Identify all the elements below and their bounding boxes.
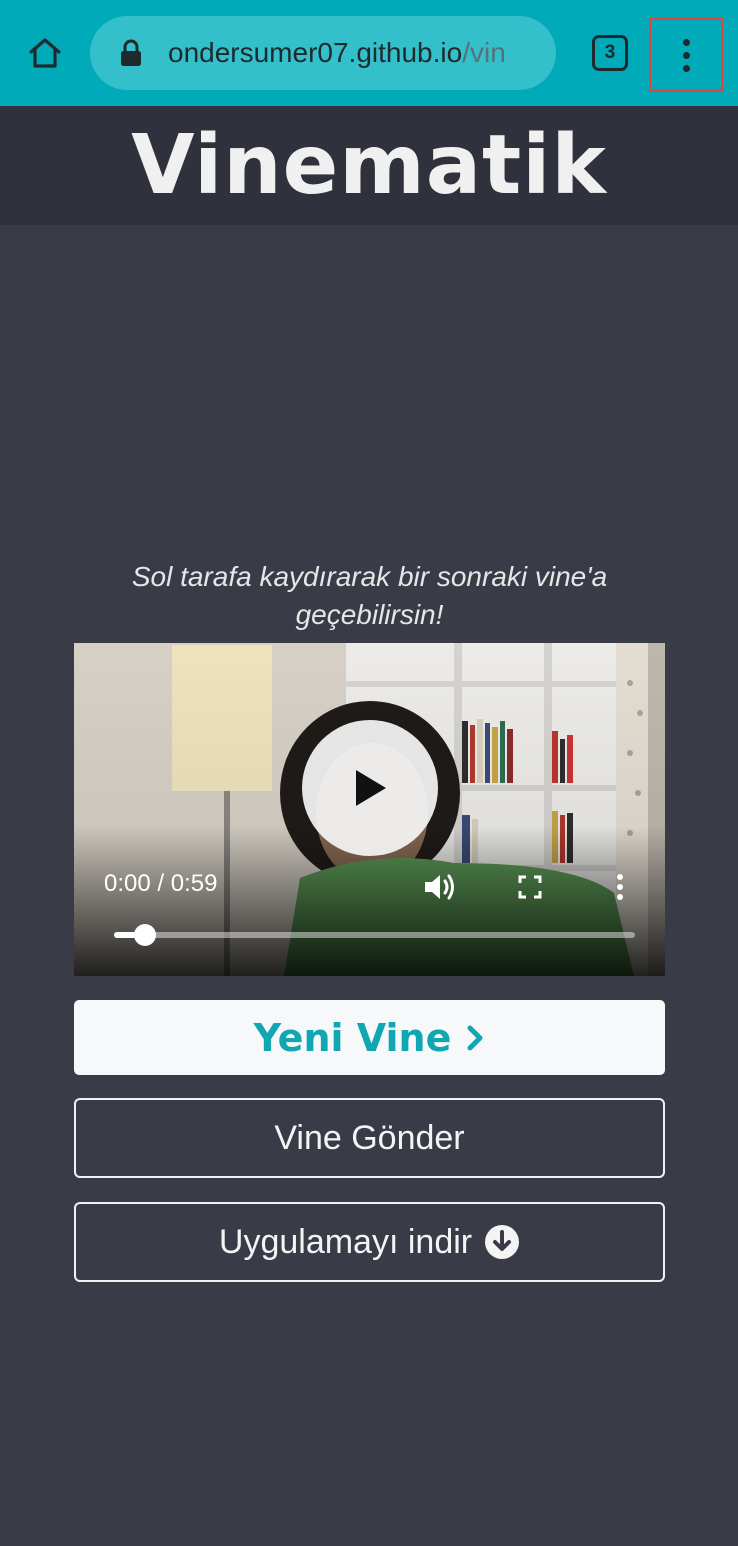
url-host: ondersumer07.github.io — [168, 37, 463, 68]
play-icon — [356, 770, 386, 806]
site-header: Vinematik — [0, 106, 738, 225]
home-button[interactable] — [20, 28, 70, 78]
new-vine-label: Yeni Vine — [253, 1015, 452, 1060]
fullscreen-icon[interactable] — [518, 875, 542, 899]
address-bar[interactable]: ondersumer07.github.io/vin — [90, 16, 556, 90]
tabs-icon[interactable]: 3 — [592, 35, 628, 71]
send-vine-button[interactable]: Vine Gönder — [74, 1098, 665, 1178]
url-path: /vin — [462, 37, 506, 68]
site-title: Vinematik — [131, 117, 607, 213]
send-vine-label: Vine Gönder — [274, 1118, 465, 1157]
play-button[interactable] — [302, 720, 438, 856]
swipe-instruction: Sol tarafa kaydırarak bir sonraki vine'a… — [131, 561, 608, 630]
video-time: 0:00 / 0:59 — [104, 870, 218, 897]
more-vert-icon[interactable] — [649, 18, 723, 92]
video-player[interactable]: 0:00 / 0:59 — [74, 643, 665, 976]
home-icon — [29, 38, 61, 68]
download-app-label: Uygulamayı indir — [218, 1222, 473, 1261]
download-app-button[interactable]: Uygulamayı indir — [74, 1202, 665, 1282]
video-progress-bar[interactable] — [114, 924, 635, 946]
lock-icon — [121, 39, 141, 66]
volume-icon[interactable] — [423, 872, 457, 902]
new-vine-button[interactable]: Yeni Vine — [74, 1000, 665, 1075]
chevron-right-icon — [467, 1025, 483, 1050]
browser-toolbar: ondersumer07.github.io/vin 3 — [0, 0, 738, 106]
download-circle-icon — [485, 1225, 520, 1259]
video-more-icon[interactable] — [614, 873, 626, 901]
tab-count: 3 — [604, 42, 616, 63]
